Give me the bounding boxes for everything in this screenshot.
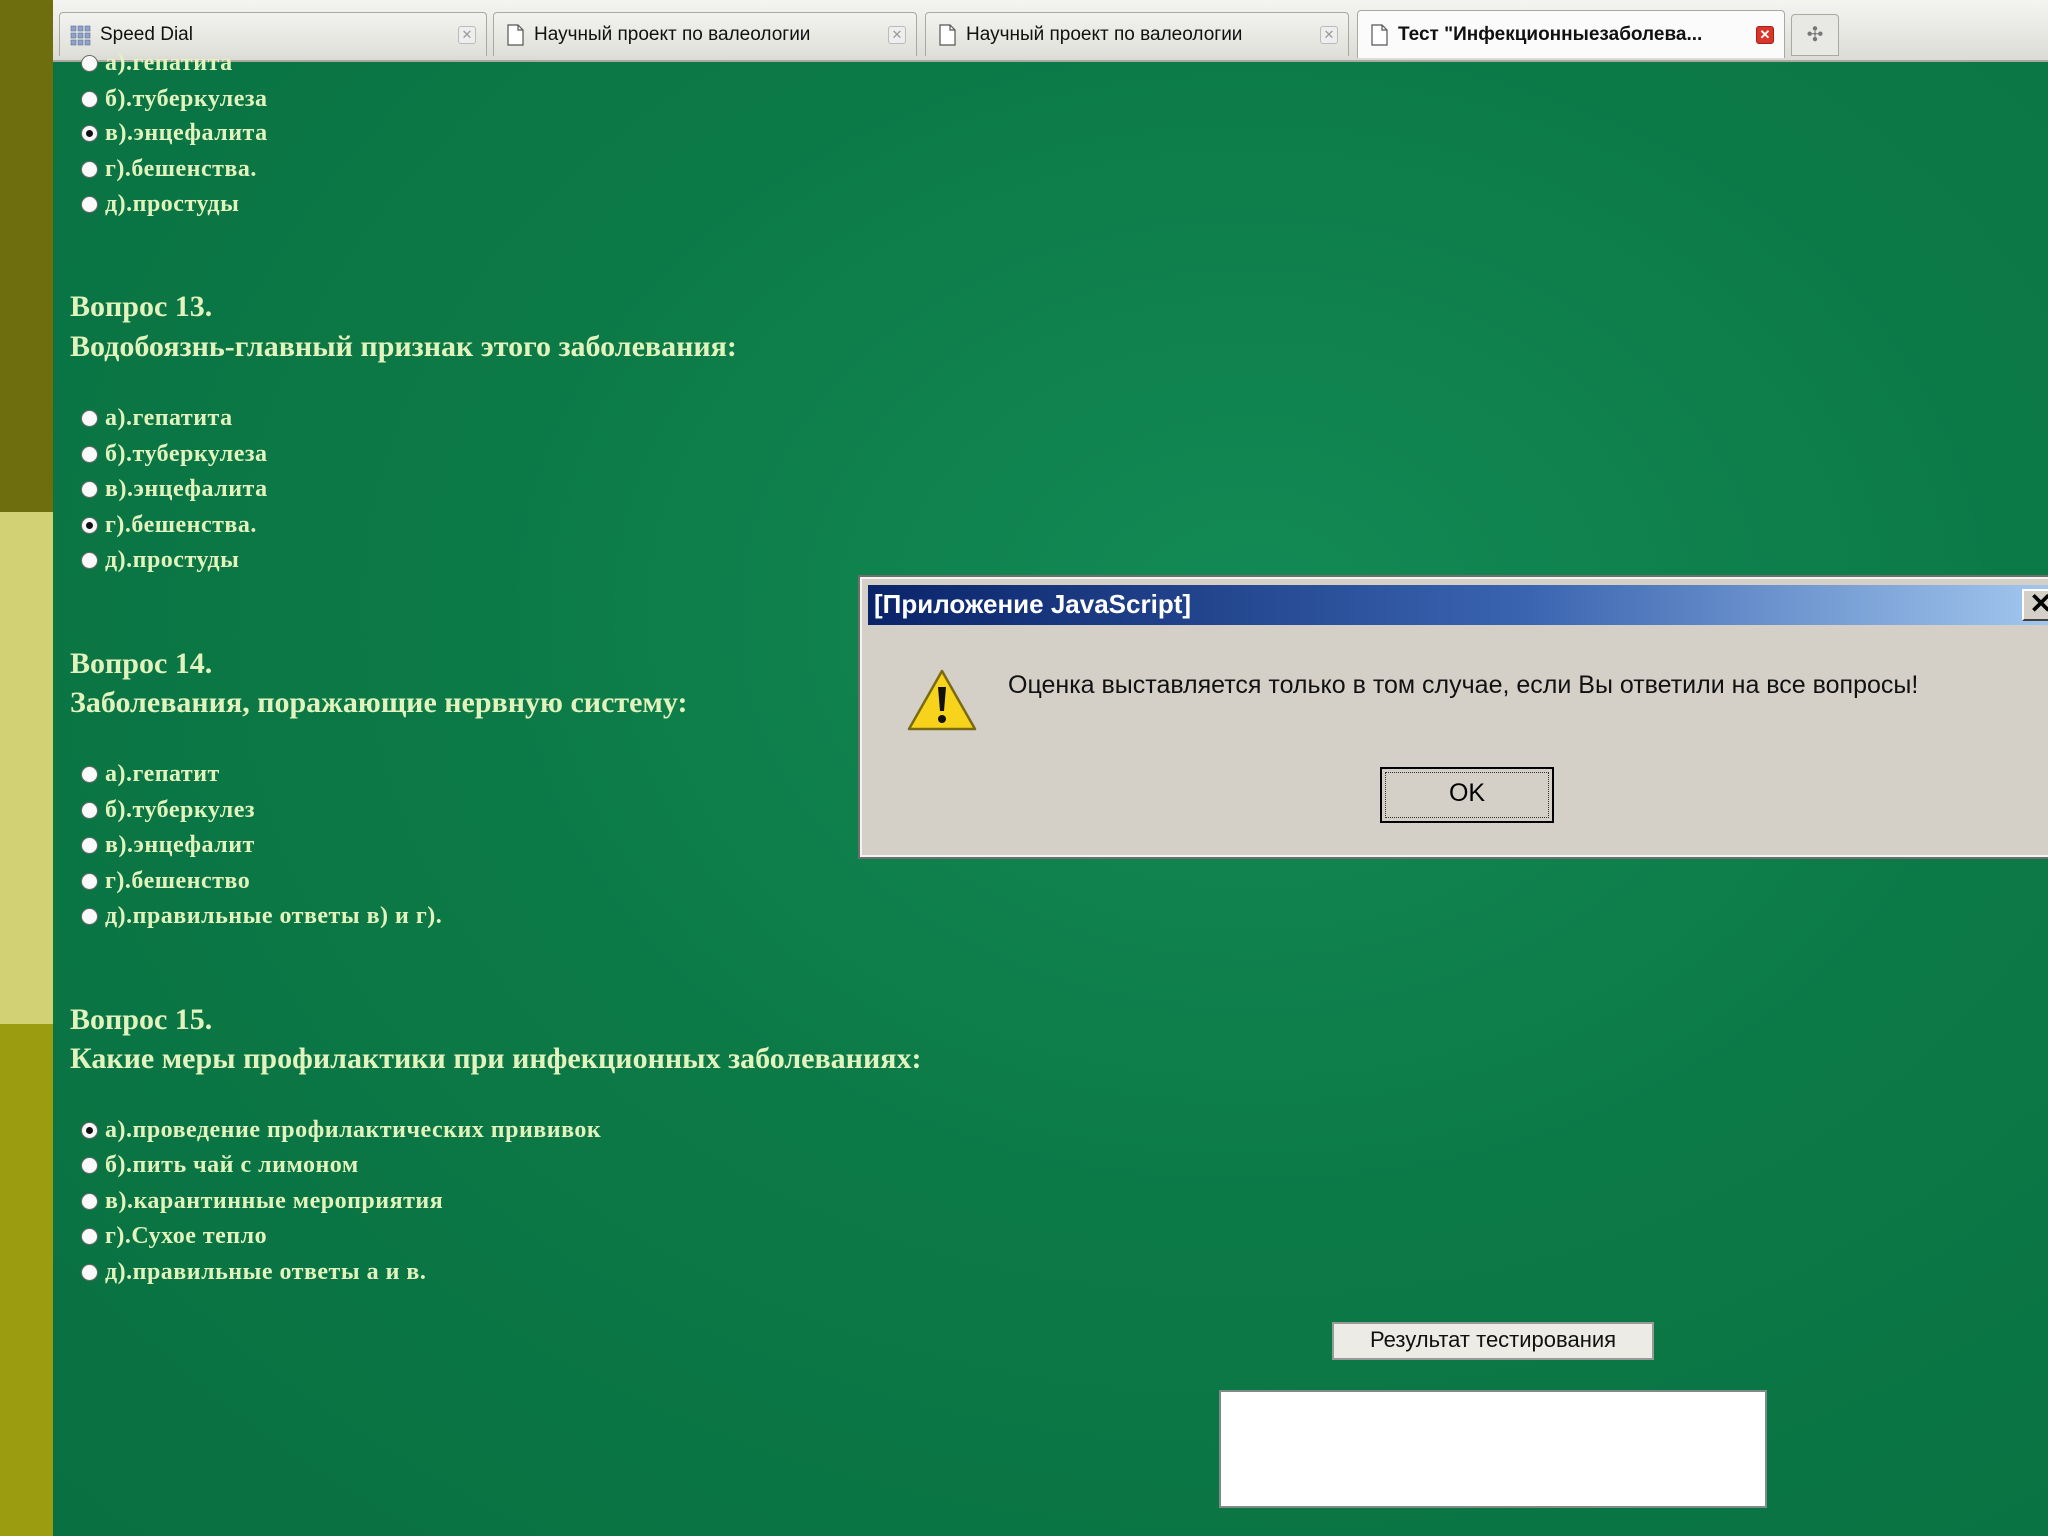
tab-bar: Speed Dial ✕ Научный проект по валеологи… xyxy=(53,0,2048,62)
speed-dial-grid-icon xyxy=(70,25,91,45)
q13-option-b[interactable]: б).туберкулеза xyxy=(81,441,267,468)
browser-window: Speed Dial ✕ Научный проект по валеологи… xyxy=(53,0,2048,1536)
option-label: г).бешенства. xyxy=(105,512,257,538)
dialog-title: [Приложение JavaScript] xyxy=(874,589,1192,619)
option-label: д).правильные ответы в) и г). xyxy=(105,903,443,929)
option-label: а).проведение профилактических прививок xyxy=(105,1117,602,1143)
test-result-button[interactable]: Результат тестирования xyxy=(1332,1322,1654,1360)
close-tab-icon[interactable]: ✕ xyxy=(458,25,476,44)
option-label: в).энцефалит xyxy=(105,832,255,858)
q13-text: Водобоязнь-главный признак этого заболев… xyxy=(70,330,737,363)
q12-option-c[interactable]: в).энцефалита xyxy=(81,120,268,147)
q12-option-b[interactable]: б).туберкулеза xyxy=(81,86,267,113)
page-icon xyxy=(507,23,524,46)
q15-option-b[interactable]: б).пить чай с лимоном xyxy=(81,1152,359,1179)
radio-button[interactable] xyxy=(81,766,98,783)
option-label: г).бешенство xyxy=(105,868,251,894)
tab-test-active[interactable]: Тест "Инфекционныезаболева... ✕ xyxy=(1357,10,1785,58)
dialog-titlebar[interactable]: [Приложение JavaScript] ✕ xyxy=(868,585,2048,625)
option-label: а).гепатит xyxy=(105,761,220,787)
close-tab-icon[interactable]: ✕ xyxy=(888,25,906,44)
strip-segment-light xyxy=(0,512,53,1024)
radio-button[interactable] xyxy=(81,908,98,925)
q15-option-c[interactable]: в).карантинные мероприятия xyxy=(81,1188,443,1215)
strip-segment-mid xyxy=(0,1024,53,1536)
option-label: б).туберкулеза xyxy=(105,86,268,112)
close-icon[interactable]: ✕ xyxy=(2022,589,2048,621)
radio-button[interactable] xyxy=(81,802,98,819)
q12-option-d[interactable]: г).бешенства. xyxy=(81,156,257,183)
q15-number: Вопрос 15. xyxy=(70,1003,213,1036)
radio-button[interactable] xyxy=(81,1157,98,1174)
tab-label: Научный проект по валеологии xyxy=(534,23,811,45)
q14-option-a[interactable]: а).гепатит xyxy=(81,761,220,788)
radio-button[interactable] xyxy=(81,410,98,427)
q14-text: Заболевания, поражающие нервную систему: xyxy=(70,686,688,719)
q14-number: Вопрос 14. xyxy=(70,647,213,680)
q15-option-d[interactable]: г).Сухое тепло xyxy=(81,1223,267,1250)
dialog-message: Оценка выставляется только в том случае,… xyxy=(1008,671,1919,699)
slide-decoration-strip xyxy=(0,0,53,1536)
q15-text: Какие меры профилактики при инфекционных… xyxy=(70,1042,922,1075)
q15-option-a[interactable]: а).проведение профилактических прививок xyxy=(81,1117,601,1144)
page-icon xyxy=(1371,23,1388,46)
option-label: а).гепатита xyxy=(105,50,233,76)
radio-button[interactable] xyxy=(81,837,98,854)
radio-button[interactable] xyxy=(81,91,98,108)
option-label: б).пить чай с лимоном xyxy=(105,1152,359,1178)
option-label: г).Сухое тепло xyxy=(105,1223,268,1249)
option-label: в).энцефалита xyxy=(105,120,268,146)
radio-button[interactable] xyxy=(81,446,98,463)
radio-button[interactable] xyxy=(81,55,98,72)
javascript-alert-dialog: [Приложение JavaScript] ✕ Оценка выставл… xyxy=(858,575,2048,859)
tab-label: Speed Dial xyxy=(100,23,193,45)
tab-label: Тест "Инфекционныезаболева... xyxy=(1398,23,1703,45)
radio-button[interactable] xyxy=(81,873,98,890)
tab-project-1[interactable]: Научный проект по валеологии ✕ xyxy=(493,12,917,56)
q12-option-e[interactable]: д).простуды xyxy=(81,191,239,218)
q14-option-c[interactable]: в).энцефалит xyxy=(81,832,255,859)
q13-option-a[interactable]: а).гепатита xyxy=(81,405,233,432)
warning-icon xyxy=(907,669,977,731)
q14-option-e[interactable]: д).правильные ответы в) и г). xyxy=(81,903,442,930)
q13-option-e[interactable]: д).простуды xyxy=(81,547,239,574)
q13-option-c[interactable]: в).энцефалита xyxy=(81,476,268,503)
close-tab-icon[interactable]: ✕ xyxy=(1756,25,1774,44)
radio-button[interactable] xyxy=(81,517,98,534)
tab-label: Научный проект по валеологии xyxy=(966,23,1243,45)
ok-button[interactable]: OK xyxy=(1380,767,1554,823)
new-tab-button[interactable]: ✣ xyxy=(1791,14,1839,56)
option-label: б).туберкулеза xyxy=(105,441,268,467)
radio-button[interactable] xyxy=(81,161,98,178)
option-label: в).карантинные мероприятия xyxy=(105,1188,444,1214)
option-label: б).туберкулез xyxy=(105,797,255,823)
radio-button[interactable] xyxy=(81,1122,98,1139)
result-output-field[interactable] xyxy=(1219,1390,1767,1508)
option-label: г).бешенства. xyxy=(105,156,257,182)
radio-button[interactable] xyxy=(81,196,98,213)
radio-button[interactable] xyxy=(81,1228,98,1245)
q12-option-a[interactable]: а).гепатита xyxy=(81,50,233,77)
option-label: д).простуды xyxy=(105,547,240,573)
radio-button[interactable] xyxy=(81,481,98,498)
radio-button[interactable] xyxy=(81,1264,98,1281)
radio-button[interactable] xyxy=(81,125,98,142)
q13-number: Вопрос 13. xyxy=(70,290,213,323)
q13-option-d[interactable]: г).бешенства. xyxy=(81,512,257,539)
option-label: д).простуды xyxy=(105,191,240,217)
q14-option-b[interactable]: б).туберкулез xyxy=(81,797,255,824)
tab-project-2[interactable]: Научный проект по валеологии ✕ xyxy=(925,12,1349,56)
q14-option-d[interactable]: г).бешенство xyxy=(81,868,250,895)
option-label: в).энцефалита xyxy=(105,476,268,502)
strip-segment-dark xyxy=(0,0,53,512)
radio-button[interactable] xyxy=(81,552,98,569)
option-label: а).гепатита xyxy=(105,405,233,431)
radio-button[interactable] xyxy=(81,1193,98,1210)
q15-option-e[interactable]: д).правильные ответы а и в. xyxy=(81,1259,426,1286)
page-icon xyxy=(939,23,956,46)
close-tab-icon[interactable]: ✕ xyxy=(1320,25,1338,44)
option-label: д).правильные ответы а и в. xyxy=(105,1259,427,1285)
